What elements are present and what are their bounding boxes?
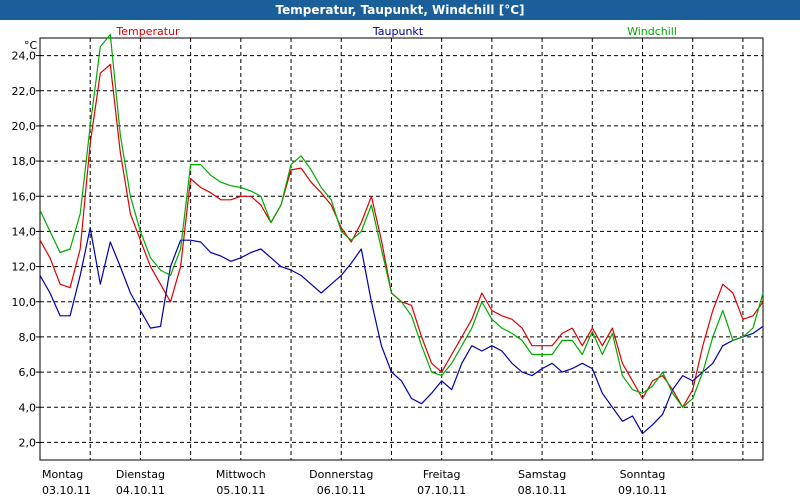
x-tick-date: 06.10.11 — [317, 484, 366, 497]
series-line-taupunkt — [39, 227, 764, 435]
y-tick-label: 14,0 — [12, 225, 37, 238]
x-tick-date: 09.10.11 — [618, 484, 667, 497]
grid — [40, 38, 763, 460]
axes — [36, 37, 764, 461]
x-tick-day: Montag — [42, 468, 83, 481]
series-line-temperatur — [39, 63, 764, 408]
y-tick-label: 18,0 — [12, 155, 37, 168]
x-tick-day: Mittwoch — [216, 468, 266, 481]
y-tick-label: 12,0 — [12, 261, 37, 274]
legend: Temperatur Taupunkt Windchill — [115, 25, 677, 38]
y-tick-label: 4,0 — [19, 401, 37, 414]
y-tick-label: 2,0 — [19, 436, 37, 449]
x-tick-date: 03.10.11 — [42, 484, 91, 497]
y-tick-label: 8,0 — [19, 331, 37, 344]
y-tick-label: 10,0 — [12, 296, 37, 309]
tick-labels: 2,0 4,0 6,0 8,0 10,0 12,0 14,0 16,0 18,0 20,0 22,0… — [12, 39, 667, 497]
x-tick-date: 05.10.11 — [216, 484, 265, 497]
x-tick-day: Sonntag — [620, 468, 666, 481]
legend-item-windchill: Windchill — [627, 25, 677, 38]
series-lines — [39, 33, 764, 435]
x-tick-date: 04.10.11 — [116, 484, 165, 497]
x-tick-date: 08.10.11 — [518, 484, 567, 497]
chart: 2,0 4,0 6,0 8,0 10,0 12,0 14,0 16,0 18,0 20,0 22,0… — [12, 25, 764, 497]
x-tick-day: Samstag — [518, 468, 566, 481]
x-tick-day: Donnerstag — [309, 468, 373, 481]
plot-frame — [39, 37, 764, 461]
y-tick-label: 20,0 — [12, 120, 37, 133]
x-tick-date: 07.10.11 — [417, 484, 466, 497]
legend-item-temperatur: Temperatur — [115, 25, 180, 38]
x-tick-day: Freitag — [423, 468, 461, 481]
y-axis-label: °C — [24, 39, 38, 52]
y-tick-label: 6,0 — [19, 366, 37, 379]
y-tick-label: 16,0 — [12, 190, 37, 203]
legend-item-taupunkt: Taupunkt — [372, 25, 424, 38]
x-tick-day: Dienstag — [116, 468, 165, 481]
y-tick-label: 22,0 — [12, 85, 37, 98]
